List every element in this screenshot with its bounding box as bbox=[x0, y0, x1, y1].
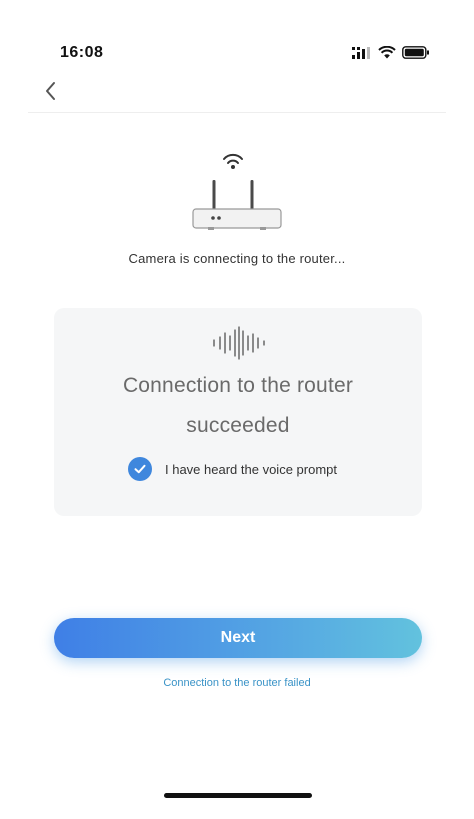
result-title-line1: Connection to the router bbox=[122, 374, 354, 397]
voice-prompt-confirm[interactable]: I have heard the voice prompt bbox=[128, 457, 337, 481]
connecting-status-text: Camera is connecting to the router... bbox=[128, 251, 346, 266]
signal-icon bbox=[352, 46, 370, 59]
header-divider bbox=[28, 112, 446, 113]
chevron-left-icon bbox=[46, 82, 55, 100]
wifi-icon bbox=[378, 46, 396, 59]
voice-prompt-checkbox[interactable] bbox=[128, 457, 152, 481]
status-time: 16:08 bbox=[60, 44, 104, 61]
status-bar: 16:08 bbox=[0, 0, 474, 80]
wifi-icon bbox=[223, 153, 243, 169]
connection-failed-link[interactable]: Connection to the router failed bbox=[0, 677, 474, 689]
router-illustration bbox=[188, 150, 288, 240]
router-icon bbox=[192, 153, 282, 230]
sound-wave-icon bbox=[213, 326, 265, 360]
home-indicator[interactable] bbox=[164, 793, 312, 798]
voice-prompt-label: I have heard the voice prompt bbox=[165, 461, 337, 477]
status-icons bbox=[352, 46, 430, 59]
battery-icon bbox=[402, 46, 429, 59]
next-button[interactable]: Next bbox=[54, 618, 422, 658]
result-title-line2: succeeded bbox=[186, 414, 290, 437]
back-button[interactable] bbox=[38, 78, 64, 104]
result-card: Connection to the router succeeded I hav… bbox=[54, 308, 422, 516]
check-icon bbox=[134, 464, 146, 474]
